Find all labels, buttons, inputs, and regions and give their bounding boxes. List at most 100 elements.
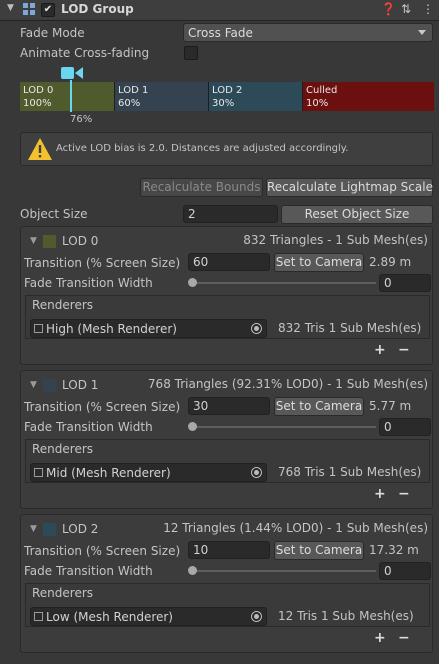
lod-name: LOD 2 xyxy=(62,522,99,536)
lod-bar-segment-culled[interactable]: Culled 10% xyxy=(303,82,434,111)
renderers-label: Renderers xyxy=(32,442,94,456)
set-to-camera-button[interactable]: Set to Camera xyxy=(274,397,364,416)
fade-mode-value: Cross Fade xyxy=(188,26,253,40)
fade-value-field[interactable]: 0 xyxy=(379,274,431,292)
renderers-label: Renderers xyxy=(32,298,94,312)
add-renderer-button[interactable]: + xyxy=(374,486,386,502)
lod-name: LOD 1 xyxy=(62,378,99,392)
renderer-info: 768 Tris 1 Sub Mesh(es) xyxy=(278,465,422,479)
transition-field[interactable]: 10 xyxy=(188,541,270,559)
fade-value-field[interactable]: 0 xyxy=(379,418,431,436)
remove-renderer-button[interactable]: − xyxy=(398,630,410,646)
lod-bar-segment-percent: 30% xyxy=(212,98,235,109)
fade-transition-label: Fade Transition Width xyxy=(24,420,153,434)
object-size-field[interactable]: 2 xyxy=(183,205,278,223)
preset-sliders-icon[interactable]: ⇅ xyxy=(401,2,411,16)
lod-name: LOD 0 xyxy=(62,234,99,248)
lod-panel-0: ▼ LOD 0 832 Triangles - 1 Sub Mesh(es) T… xyxy=(20,226,433,365)
renderers-box: Renderers Mid (Mesh Renderer) 768 Tris 1… xyxy=(25,439,430,483)
fade-mode-label: Fade Mode xyxy=(20,26,85,40)
animate-cross-fading-label: Animate Cross-fading xyxy=(20,46,150,60)
help-icon[interactable]: ❓ xyxy=(381,2,396,16)
remove-renderer-button[interactable]: − xyxy=(398,486,410,502)
lod-bar-segment-name: LOD 2 xyxy=(212,85,243,96)
foldout-arrow-icon[interactable]: ▼ xyxy=(7,3,14,13)
lod-bar-segment-lod0[interactable]: LOD 0 100% xyxy=(20,82,115,111)
foldout-arrow-icon[interactable]: ▼ xyxy=(30,236,37,246)
remove-renderer-button[interactable]: − xyxy=(398,342,410,358)
fade-slider-knob[interactable] xyxy=(188,566,197,575)
dropdown-arrow-icon xyxy=(418,30,426,35)
foldout-arrow-icon[interactable]: ▼ xyxy=(30,380,37,390)
transition-label: Transition (% Screen Size) xyxy=(24,400,181,414)
transition-field[interactable]: 30 xyxy=(188,397,270,415)
lod-panel-2: ▼ LOD 2 12 Triangles (1.44% LOD0) - 1 Su… xyxy=(20,514,433,653)
lod-color-swatch xyxy=(43,235,56,248)
fade-value-field[interactable]: 0 xyxy=(379,562,431,580)
recalculate-bounds-button[interactable]: Recalculate Bounds xyxy=(140,178,263,197)
fade-slider-track[interactable] xyxy=(192,426,376,428)
transition-field[interactable]: 60 xyxy=(188,253,270,271)
warning-icon xyxy=(28,138,52,160)
camera-icon[interactable] xyxy=(61,66,83,80)
mesh-renderer-icon xyxy=(34,468,43,477)
lod-bar-segment-percent: 100% xyxy=(23,98,52,109)
renderers-box: Renderers High (Mesh Renderer) 832 Tris … xyxy=(25,295,430,339)
reset-object-size-button[interactable]: Reset Object Size xyxy=(281,205,433,224)
transition-label: Transition (% Screen Size) xyxy=(24,544,181,558)
object-size-label: Object Size xyxy=(20,207,88,221)
lod-triangle-info: 832 Triangles - 1 Sub Mesh(es) xyxy=(243,233,428,247)
fade-slider-knob[interactable] xyxy=(188,422,197,431)
recalculate-lightmap-scale-button[interactable]: Recalculate Lightmap Scale xyxy=(266,178,433,197)
object-picker-icon[interactable] xyxy=(251,467,262,478)
lod-color-swatch xyxy=(43,379,56,392)
fade-transition-label: Fade Transition Width xyxy=(24,564,153,578)
renderer-info: 832 Tris 1 Sub Mesh(es) xyxy=(278,321,422,335)
lod-bar-segment-name: Culled xyxy=(306,85,338,96)
component-enabled-checkbox[interactable]: ✔ xyxy=(41,3,55,17)
lod-bar-segment-name: LOD 0 xyxy=(23,85,54,96)
renderer-object-field[interactable]: Low (Mesh Renderer) xyxy=(30,607,267,626)
renderer-object-field[interactable]: High (Mesh Renderer) xyxy=(30,319,267,338)
component-title: LOD Group xyxy=(61,2,134,16)
renderer-name: Mid (Mesh Renderer) xyxy=(46,466,171,480)
renderer-name: High (Mesh Renderer) xyxy=(46,322,177,336)
lod-triangle-info: 12 Triangles (1.44% LOD0) - 1 Sub Mesh(e… xyxy=(163,521,428,535)
lod-distance: 2.89 m xyxy=(369,255,412,269)
lod-bar[interactable]: LOD 0 100% LOD 1 60% LOD 2 30% Culled 10… xyxy=(20,82,434,111)
fade-slider-knob[interactable] xyxy=(188,278,197,287)
lod-bar-segment-name: LOD 1 xyxy=(118,85,149,96)
object-picker-icon[interactable] xyxy=(251,323,262,334)
foldout-arrow-icon[interactable]: ▼ xyxy=(30,524,37,534)
lod-panel-1: ▼ LOD 1 768 Triangles (92.31% LOD0) - 1 … xyxy=(20,370,433,509)
help-box: Active LOD bias is 2.0. Distances are ad… xyxy=(20,132,433,166)
help-text: Active LOD bias is 2.0. Distances are ad… xyxy=(56,143,349,154)
lod-bar-segment-lod2[interactable]: LOD 2 30% xyxy=(209,82,303,111)
component-header: ▼ ✔ LOD Group ❓ ⇅ ⋮ xyxy=(0,0,439,21)
more-options-icon[interactable]: ⋮ xyxy=(422,2,434,16)
lod-triangle-info: 768 Triangles (92.31% LOD0) - 1 Sub Mesh… xyxy=(147,377,428,391)
animate-cross-fading-checkbox[interactable] xyxy=(184,46,198,60)
lod-distance: 17.32 m xyxy=(369,543,419,557)
renderers-box: Renderers Low (Mesh Renderer) 12 Tris 1 … xyxy=(25,583,430,627)
fade-slider-track[interactable] xyxy=(192,570,376,572)
add-renderer-button[interactable]: + xyxy=(374,630,386,646)
object-picker-icon[interactable] xyxy=(251,611,262,622)
renderer-object-field[interactable]: Mid (Mesh Renderer) xyxy=(30,463,267,482)
renderer-info: 12 Tris 1 Sub Mesh(es) xyxy=(278,609,414,623)
lod-bar-segment-lod1[interactable]: LOD 1 60% xyxy=(115,82,209,111)
fade-slider-track[interactable] xyxy=(192,282,376,284)
lod-color-swatch xyxy=(43,523,56,536)
fade-transition-label: Fade Transition Width xyxy=(24,276,153,290)
transition-label: Transition (% Screen Size) xyxy=(24,256,181,270)
lod-bar-segment-percent: 60% xyxy=(118,98,141,109)
set-to-camera-button[interactable]: Set to Camera xyxy=(274,253,364,272)
mesh-renderer-icon xyxy=(34,612,43,621)
fade-mode-dropdown[interactable]: Cross Fade xyxy=(183,23,433,42)
lod-bar-segment-percent: 10% xyxy=(306,98,329,109)
add-renderer-button[interactable]: + xyxy=(374,342,386,358)
lod-distance: 5.77 m xyxy=(369,399,412,413)
camera-percent-label: 76% xyxy=(70,114,93,125)
mesh-renderer-icon xyxy=(34,324,43,333)
set-to-camera-button[interactable]: Set to Camera xyxy=(274,541,364,560)
